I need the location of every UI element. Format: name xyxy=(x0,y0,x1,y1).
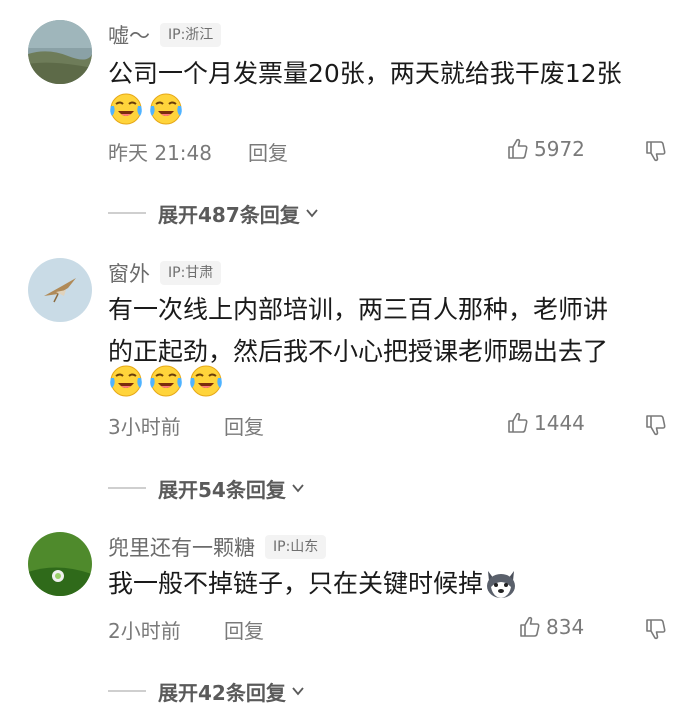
divider-line xyxy=(108,690,146,692)
like-button[interactable]: 1444 xyxy=(506,411,585,435)
ip-location-badge: IP:浙江 xyxy=(160,23,222,47)
expand-replies-label: 展开487条回复 xyxy=(158,202,300,227)
crying-laughing-emoji xyxy=(188,364,224,398)
timestamp: 2小时前 xyxy=(108,619,181,643)
dislike-button[interactable] xyxy=(644,617,668,646)
comment-text: 我一般不掉链子，只在关键时候掉 xyxy=(108,563,668,605)
expand-replies-button[interactable]: 展开42条回复 xyxy=(108,676,306,706)
reply-button[interactable]: 回复 xyxy=(224,615,264,644)
comment-text: 有一次线上内部培训，两三百人那种，老师讲 的正起劲，然后我不小心把授课老师踢出去… xyxy=(108,289,668,373)
expand-replies-button[interactable]: 展开487条回复 xyxy=(108,198,320,228)
comment-text-line: 公司一个月发票量20张，两天就给我干废12张 xyxy=(108,59,622,88)
thumb-down-icon xyxy=(644,139,668,163)
like-button[interactable]: 5972 xyxy=(506,137,585,161)
thumb-up-icon xyxy=(506,411,530,435)
username[interactable]: 嘘～ xyxy=(108,20,150,50)
expand-replies-label: 展开54条回复 xyxy=(158,477,286,502)
like-count: 5972 xyxy=(534,137,585,161)
avatar[interactable] xyxy=(28,258,92,322)
like-count: 1444 xyxy=(534,411,585,435)
chevron-down-icon xyxy=(290,480,306,496)
timestamp: 3小时前 xyxy=(108,415,181,439)
crying-laughing-emoji xyxy=(108,92,144,126)
husky-dog-emoji xyxy=(483,567,519,601)
like-button[interactable]: 834 xyxy=(518,615,584,639)
avatar[interactable] xyxy=(28,532,92,596)
username[interactable]: 兜里还有一颗糖 xyxy=(108,532,255,562)
comment-text-line: 有一次线上内部培训，两三百人那种，老师讲 xyxy=(108,295,609,324)
crying-laughing-emoji xyxy=(108,364,144,398)
crying-laughing-emoji xyxy=(148,92,184,126)
divider-line xyxy=(108,212,146,214)
dislike-button[interactable] xyxy=(644,139,668,168)
thumb-up-icon xyxy=(518,615,542,639)
thumb-down-icon xyxy=(644,413,668,437)
thumb-up-icon xyxy=(506,137,530,161)
avatar[interactable] xyxy=(28,20,92,84)
like-count: 834 xyxy=(546,615,585,639)
ip-location-badge: IP:甘肃 xyxy=(160,261,222,285)
expand-replies-label: 展开42条回复 xyxy=(158,680,286,705)
comment-text: 公司一个月发票量20张，两天就给我干废12张 xyxy=(108,53,668,95)
timestamp: 昨天 21:48 xyxy=(108,141,212,165)
expand-replies-button[interactable]: 展开54条回复 xyxy=(108,473,306,503)
reply-button[interactable]: 回复 xyxy=(224,411,264,440)
reply-button[interactable]: 回复 xyxy=(248,137,288,166)
ip-location-badge: IP:山东 xyxy=(265,535,327,559)
dislike-button[interactable] xyxy=(644,413,668,442)
crying-laughing-emoji xyxy=(148,364,184,398)
chevron-down-icon xyxy=(290,683,306,699)
divider-line xyxy=(108,487,146,489)
username[interactable]: 窗外 xyxy=(108,258,150,288)
thumb-down-icon xyxy=(644,617,668,641)
comment-text-line: 我一般不掉链子，只在关键时候掉 xyxy=(108,569,484,598)
chevron-down-icon xyxy=(304,205,320,221)
